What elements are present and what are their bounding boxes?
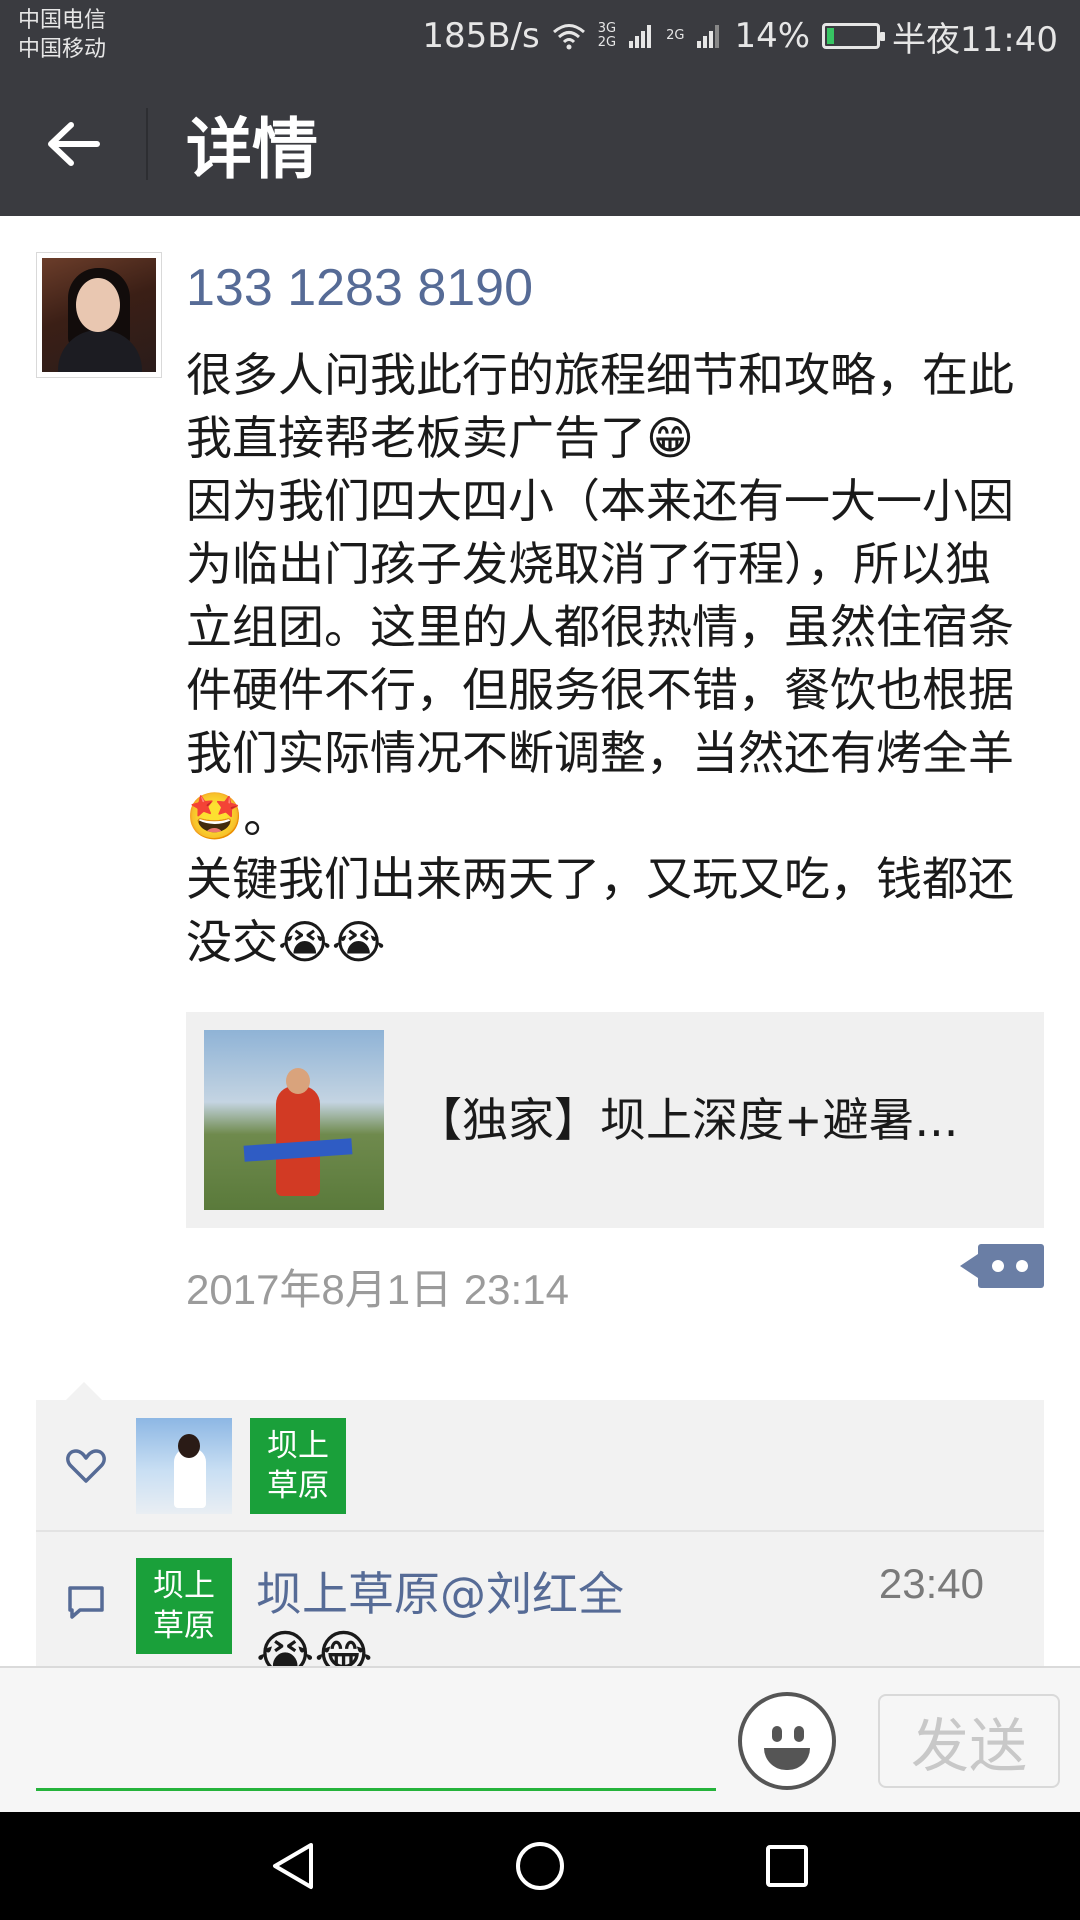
- interaction-panel: 坝上草原 坝上草原 坝上草原@刘红全 23:40 😭😂: [36, 1400, 1044, 1666]
- link-title: 【独家】坝上深度+避暑...: [416, 1093, 959, 1147]
- title-bar: 详情: [0, 72, 1080, 216]
- clock: 半夜11:40: [892, 19, 1058, 60]
- status-right: 185B/s 3G 2G 2G 14% 半夜11:40: [422, 0, 1058, 72]
- triangle-back-icon: [273, 1843, 314, 1889]
- circle-home-icon: [515, 1842, 564, 1890]
- liker-avatar-text: 坝上草原: [267, 1428, 329, 1504]
- panel-caret: [66, 1382, 102, 1400]
- battery-fill: [827, 28, 835, 44]
- wifi-icon: [552, 24, 585, 50]
- heart-icon: [66, 1449, 106, 1483]
- emoji-button[interactable]: [738, 1692, 836, 1790]
- comment-input[interactable]: [36, 1698, 716, 1784]
- net-speed: 185B/s: [422, 16, 540, 56]
- poster-name[interactable]: 133 1283 8190: [186, 258, 533, 318]
- dot-icon: [992, 1260, 1004, 1272]
- net-type-top: 3G: [597, 21, 617, 36]
- comment-text: 😭😂: [256, 1625, 373, 1666]
- net-type-1: 3G 2G: [598, 22, 616, 50]
- post-timestamp: 2017年8月1日 23:14: [186, 1266, 569, 1313]
- likes-row: 坝上草原: [36, 1400, 1044, 1532]
- comment-icon: [68, 1586, 104, 1619]
- signal-icon: [629, 25, 652, 48]
- nav-recents-button[interactable]: [752, 1831, 822, 1901]
- battery-icon: [822, 23, 886, 49]
- back-button[interactable]: [0, 72, 146, 216]
- net-type-2: 2G: [666, 28, 685, 43]
- commenter-name[interactable]: 坝上草原@刘红全: [256, 1558, 624, 1624]
- system-nav-bar: [0, 1812, 1080, 1920]
- nav-back-button[interactable]: [258, 1831, 328, 1901]
- carrier-info: 中国电信 中国移动: [18, 6, 106, 64]
- poster-avatar[interactable]: [36, 252, 162, 378]
- input-bar: 发送: [0, 1666, 1080, 1812]
- poster-avatar-image: [42, 258, 156, 372]
- send-button[interactable]: 发送: [878, 1694, 1060, 1788]
- shared-link-card[interactable]: 【独家】坝上深度+避暑...: [186, 1012, 1044, 1228]
- liker-avatar[interactable]: 坝上草原: [250, 1418, 346, 1514]
- carrier-2: 中国移动: [18, 37, 107, 62]
- post-text: 很多人问我此行的旅程细节和攻略，在此我直接帮老板卖广告了😁 因为我们四大四小（本…: [186, 348, 1014, 969]
- commenter-avatar[interactable]: 坝上草原: [136, 1558, 232, 1654]
- input-underline: [36, 1788, 716, 1791]
- commenter-avatar-text: 坝上草原: [153, 1568, 215, 1644]
- nav-home-button[interactable]: [505, 1831, 575, 1901]
- signal-icon-2: [697, 25, 720, 48]
- battery-percent: 14%: [734, 16, 811, 56]
- back-arrow-icon: [48, 122, 100, 166]
- comment-row[interactable]: 坝上草原 坝上草原@刘红全 23:40 😭😂: [36, 1534, 1044, 1666]
- carrier-1: 中国电信: [18, 8, 107, 33]
- liker-avatar[interactable]: [136, 1418, 232, 1514]
- dot-icon: [1016, 1260, 1028, 1272]
- more-actions-button[interactable]: [960, 1244, 1044, 1288]
- title-divider: [146, 108, 148, 180]
- net-type-bottom: 2G: [597, 35, 617, 50]
- comment-time: 23:40: [878, 1560, 984, 1607]
- link-thumbnail: [204, 1030, 384, 1210]
- square-recents-icon: [765, 1845, 808, 1887]
- status-bar: 中国电信 中国移动 185B/s 3G 2G 2G 14% 半夜11:40: [0, 0, 1080, 72]
- page-title: 详情: [186, 111, 318, 188]
